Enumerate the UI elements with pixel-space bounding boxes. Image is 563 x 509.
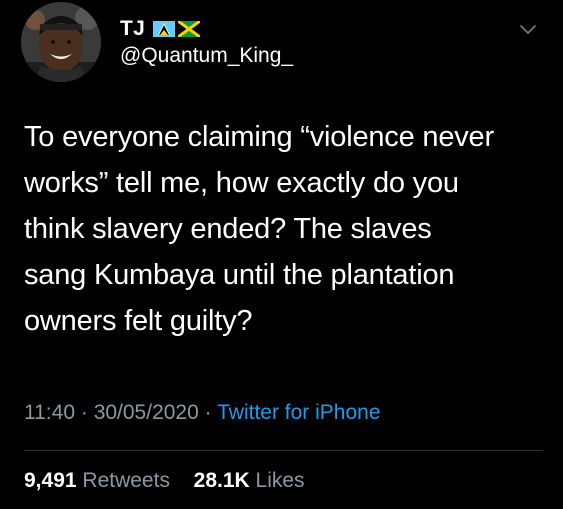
display-name[interactable]: TJ [120,17,145,41]
likes-label: Likes [255,469,305,492]
chevron-down-icon[interactable] [517,18,539,40]
tweet-text: To everyone claiming “violence never wor… [24,121,494,337]
tweet-card: TJ @Quantum_King_ To everyone claiming “… [0,0,563,509]
meta-separator: · [80,401,88,424]
likes-stat[interactable]: 28.1K Likes [194,469,305,492]
jamaica-flag-icon [178,21,201,37]
tweet-source-link[interactable]: Twitter for iPhone [217,401,380,424]
saint-lucia-flag-icon [153,21,176,37]
divider [24,450,543,451]
tweet-date[interactable]: 30/05/2020 [94,401,199,424]
tweet-stats: 9,491 Retweets 28.1K Likes [24,469,305,493]
tweet-time[interactable]: 11:40 [24,401,75,424]
likes-count: 28.1K [193,469,250,492]
retweets-label: Retweets [82,469,170,492]
meta-separator: · [204,401,212,424]
retweets-stat[interactable]: 9,491 Retweets [24,469,176,492]
retweets-count: 9,491 [24,469,77,492]
user-handle[interactable]: @Quantum_King_ [120,44,293,68]
avatar[interactable] [21,2,101,82]
tweet-meta: 11:40 · 30/05/2020 · Twitter for iPhone [24,401,381,425]
avatar-image [21,2,101,82]
display-name-row: TJ [120,14,201,44]
